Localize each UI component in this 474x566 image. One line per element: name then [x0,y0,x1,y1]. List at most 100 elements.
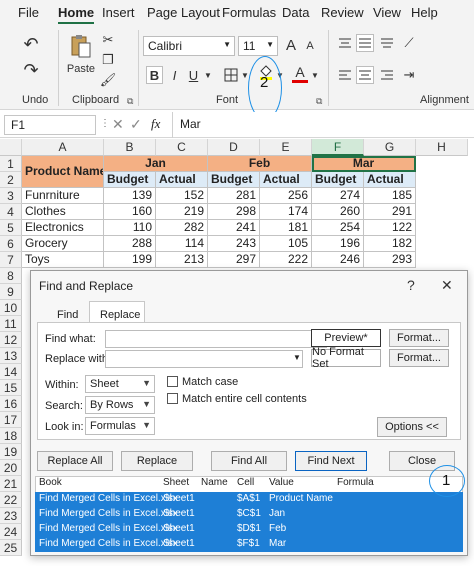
row-header[interactable]: 22 [0,492,22,508]
cell-value[interactable]: 196 [312,236,364,252]
column-header-f[interactable]: F [312,139,364,156]
row-header[interactable]: 23 [0,508,22,524]
format-painter-icon[interactable]: 🖌 [100,72,117,88]
cell-product[interactable]: Toys [22,252,104,268]
cell-b2[interactable]: Budget [104,172,156,188]
column-header-c[interactable]: C [156,139,208,156]
column-header-d[interactable]: D [208,139,260,156]
cell-f2[interactable]: Budget [312,172,364,188]
cut-icon[interactable]: ✂ [100,32,116,48]
fx-icon[interactable]: fx [151,116,160,132]
chevron-down-icon[interactable]: ▼ [310,68,320,82]
row-header[interactable]: 18 [0,428,22,444]
select-all-corner[interactable] [0,139,22,156]
column-header-b[interactable]: B [104,139,156,156]
row-header[interactable]: 15 [0,380,22,396]
row-header[interactable]: 9 [0,284,22,300]
italic-button[interactable]: I [167,66,182,84]
menu-data[interactable]: Data [282,5,309,20]
options-button[interactable]: Options << [377,417,447,437]
grow-font-button[interactable]: A [283,36,299,54]
list-item[interactable]: Find Merged Cells in Excel.xlsx Sheet1 $… [35,507,463,522]
cell-value[interactable]: 256 [260,188,312,204]
align-right-icon[interactable] [378,66,396,84]
chevron-down-icon[interactable]: ▼ [203,68,213,82]
results-header-formula[interactable]: Formula [337,477,374,491]
redo-icon[interactable]: ↷ [18,58,44,82]
cell-product[interactable]: Electronics [22,220,104,236]
menu-view[interactable]: View [373,5,401,20]
find-next-button[interactable]: Find Next [295,451,367,471]
cell-product[interactable]: Clothes [22,204,104,220]
enter-icon[interactable]: ✓ [130,116,142,133]
paste-label[interactable]: Paste [66,62,96,76]
cell-value[interactable]: 174 [260,204,312,220]
cell-value[interactable]: 293 [364,252,416,268]
tab-replace[interactable]: Replace [100,309,140,321]
font-name-select[interactable]: Calibri ▼ [143,36,235,56]
cell-value[interactable]: 297 [208,252,260,268]
cell-value[interactable]: 182 [364,236,416,252]
row-header[interactable]: 11 [0,316,22,332]
tab-replace-active[interactable]: Replace [89,301,145,323]
row-header[interactable]: 10 [0,300,22,316]
orientation-icon[interactable]: ⟋ [400,34,418,52]
replace-all-button[interactable]: Replace All [37,451,113,471]
within-select[interactable]: Sheet ▼ [85,375,155,393]
align-left-icon[interactable] [336,66,354,84]
close-icon[interactable]: ✕ [441,277,453,294]
cell-value[interactable]: 110 [104,220,156,236]
row-header[interactable]: 21 [0,476,22,492]
row-header[interactable]: 5 [0,220,22,236]
results-header-value[interactable]: Value [269,477,294,491]
formula-input[interactable]: Mar [180,117,201,131]
row-header[interactable]: 3 [0,188,22,204]
help-button[interactable]: ? [407,277,415,293]
align-bottom-icon[interactable] [378,34,396,52]
match-entire-checkbox[interactable] [167,393,178,404]
format-button-replace[interactable]: Format... [389,349,449,367]
cell-value[interactable]: 213 [156,252,208,268]
cell-product[interactable]: Funrniture [22,188,104,204]
results-header-cell[interactable]: Cell [237,477,254,491]
align-center-icon[interactable] [356,66,374,84]
row-header[interactable]: 17 [0,412,22,428]
list-item[interactable]: Find Merged Cells in Excel.xlsx Sheet1 $… [35,537,463,552]
column-header-e[interactable]: E [260,139,312,156]
cell-value[interactable]: 274 [312,188,364,204]
row-header[interactable]: 8 [0,268,22,284]
lookin-select[interactable]: Formulas ▼ [85,417,155,435]
replace-button[interactable]: Replace [121,451,193,471]
indent-icon[interactable]: ⇥ [400,66,418,84]
column-header-h[interactable]: H [416,139,468,156]
align-top-icon[interactable] [336,34,354,52]
cell-d1[interactable]: Feb [208,156,312,172]
borders-icon[interactable] [222,66,240,84]
row-header[interactable]: 6 [0,236,22,252]
no-format-button[interactable]: No Format Set [311,346,381,370]
clipboard-launcher-icon[interactable]: ⧉ [127,96,133,107]
match-case-checkbox[interactable] [167,376,178,387]
menu-insert[interactable]: Insert [102,5,135,20]
cell-value[interactable]: 122 [364,220,416,236]
cell-value[interactable]: 281 [208,188,260,204]
cell-value[interactable]: 260 [312,204,364,220]
font-launcher-icon[interactable]: ⧉ [316,96,322,107]
chevron-down-icon[interactable]: ▼ [293,353,301,362]
menu-file[interactable]: File [18,5,39,20]
results-header-sheet[interactable]: Sheet [163,477,189,491]
find-what-input[interactable] [105,330,327,348]
results-header-book[interactable]: Book [39,477,62,491]
cell-value[interactable]: 291 [364,204,416,220]
cell-value[interactable]: 199 [104,252,156,268]
cell-d2[interactable]: Budget [208,172,260,188]
underline-button[interactable]: U [186,66,201,84]
cell-value[interactable]: 139 [104,188,156,204]
format-button-find[interactable]: Format... [389,329,449,347]
menu-formulas[interactable]: Formulas [222,5,276,20]
cell-value[interactable]: 298 [208,204,260,220]
cell-g2[interactable]: Actual [364,172,416,188]
cell-value[interactable]: 160 [104,204,156,220]
cell-c2[interactable]: Actual [156,172,208,188]
menu-home[interactable]: Home [58,5,95,24]
